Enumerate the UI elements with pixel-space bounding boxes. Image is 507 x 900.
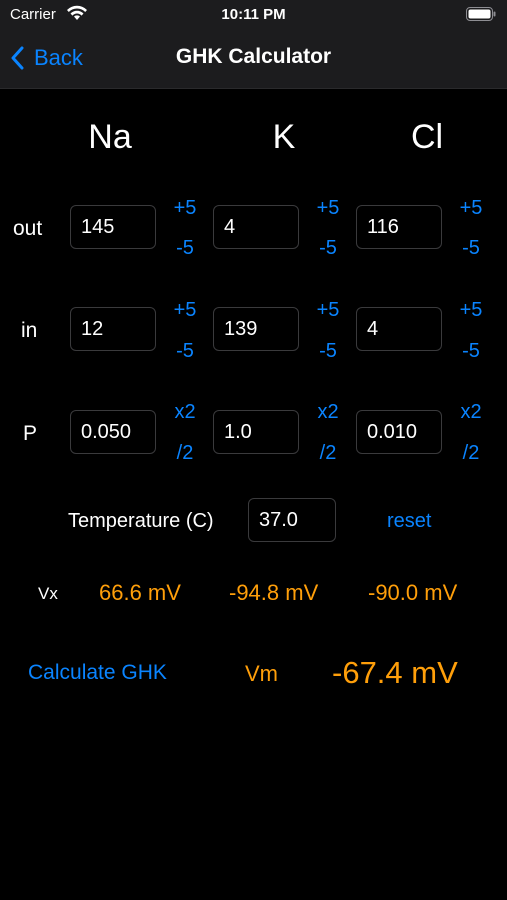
vm-label: Vm	[245, 661, 278, 686]
vx-label: Vx	[38, 584, 58, 603]
vx-k-value: -94.8 mV	[229, 580, 319, 605]
in-na-field[interactable]: 12	[70, 307, 156, 351]
in-k-field[interactable]: 139	[213, 307, 299, 351]
battery-icon	[466, 7, 496, 21]
in-na-increase-button[interactable]: +5	[165, 299, 205, 322]
out-cl-field[interactable]: 116	[356, 205, 442, 249]
p-k-halve-button[interactable]: /2	[308, 442, 348, 465]
out-k-increase-button[interactable]: +5	[308, 197, 348, 220]
row-label-p: P	[23, 422, 38, 445]
in-cl-decrease-button[interactable]: -5	[451, 340, 491, 363]
p-na-double-button[interactable]: x2	[165, 401, 205, 424]
vx-cl-value: -90.0 mV	[368, 580, 458, 605]
ion-header-cl: Cl	[410, 118, 444, 156]
out-na-increase-button[interactable]: +5	[165, 197, 205, 220]
reset-button[interactable]: reset	[387, 510, 431, 533]
row-label-in: in	[21, 319, 38, 342]
temperature-label: Temperature (C)	[68, 510, 214, 532]
p-na-halve-button[interactable]: /2	[165, 442, 205, 465]
out-cl-decrease-button[interactable]: -5	[451, 237, 491, 260]
in-na-decrease-button[interactable]: -5	[165, 340, 205, 363]
in-k-increase-button[interactable]: +5	[308, 299, 348, 322]
in-cl-field[interactable]: 4	[356, 307, 442, 351]
calculate-ghk-button[interactable]: Calculate GHK	[28, 661, 167, 685]
page-title: GHK Calculator	[175, 45, 332, 68]
ion-header-na: Na	[88, 118, 132, 156]
out-k-field[interactable]: 4	[213, 205, 299, 249]
out-k-decrease-button[interactable]: -5	[308, 237, 348, 260]
row-label-out: out	[13, 217, 43, 240]
p-k-double-button[interactable]: x2	[308, 401, 348, 424]
p-cl-halve-button[interactable]: /2	[451, 442, 491, 465]
p-cl-field[interactable]: 0.010	[356, 410, 442, 454]
p-cl-double-button[interactable]: x2	[451, 401, 491, 424]
out-cl-increase-button[interactable]: +5	[451, 197, 491, 220]
p-na-field[interactable]: 0.050	[70, 410, 156, 454]
in-k-decrease-button[interactable]: -5	[308, 340, 348, 363]
out-na-field[interactable]: 145	[70, 205, 156, 249]
temperature-field[interactable]: 37.0	[248, 498, 336, 542]
out-na-decrease-button[interactable]: -5	[165, 237, 205, 260]
in-cl-increase-button[interactable]: +5	[451, 299, 491, 322]
ion-header-k: K	[272, 118, 296, 156]
p-k-field[interactable]: 1.0	[213, 410, 299, 454]
clock: 10:11 PM	[221, 6, 286, 23]
vm-value: -67.4 mV	[332, 655, 458, 690]
vx-na-value: 66.6 mV	[99, 580, 181, 605]
